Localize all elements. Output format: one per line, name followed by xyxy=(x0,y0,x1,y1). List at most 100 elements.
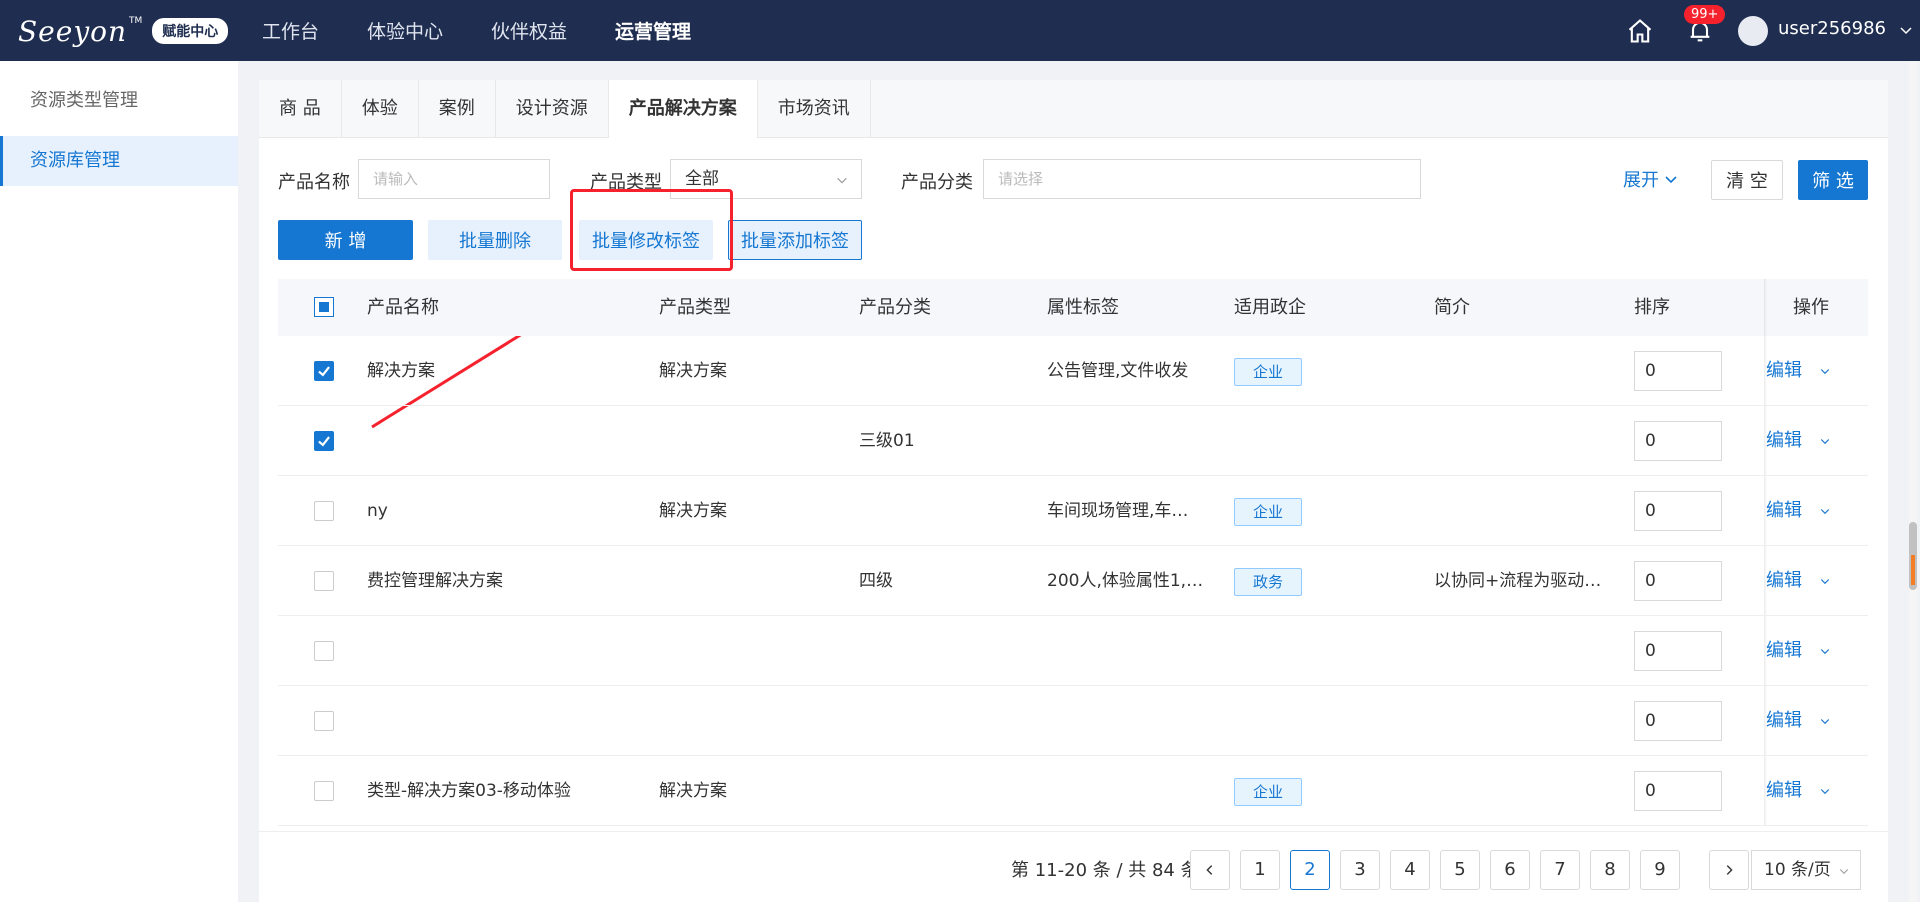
row-checkbox[interactable] xyxy=(314,711,334,731)
page-scrollbar[interactable] xyxy=(1909,61,1917,902)
add-button[interactable]: 新 增 xyxy=(278,220,413,260)
cell-attribute-tags: 公告管理,文件收发 xyxy=(1047,361,1189,381)
tab-cases[interactable]: 案例 xyxy=(419,80,496,138)
tab-product-solutions[interactable]: 产品解决方案 xyxy=(608,80,758,138)
logo-badge: 赋能中心 xyxy=(152,18,229,44)
sidebar: 资源类型管理 资源库管理 xyxy=(0,61,238,902)
col-product-category: 产品分类 xyxy=(859,297,931,318)
chevron-down-icon[interactable] xyxy=(1819,575,1831,587)
avatar[interactable] xyxy=(1738,16,1768,46)
sidebar-item-resource-library[interactable]: 资源库管理 xyxy=(0,136,238,186)
nav-workbench[interactable]: 工作台 xyxy=(262,17,319,44)
page-button-5[interactable]: 5 xyxy=(1440,850,1480,890)
expand-link[interactable]: 展开 xyxy=(1623,166,1679,192)
chevron-down-icon xyxy=(1665,176,1677,184)
cell-product-name: 类型-解决方案03-移动体验 xyxy=(367,781,571,801)
edit-link[interactable]: 编辑 xyxy=(1766,616,1802,686)
col-applicable-org: 适用政企 xyxy=(1234,297,1306,318)
table-body: 解决方案 解决方案 公告管理,文件收发 企业 0 编辑 三级01 0 编辑 ny 解决方案 车间现场管… xyxy=(278,336,1868,826)
page-button-8[interactable]: 8 xyxy=(1590,850,1630,890)
cell-product-type: 解决方案 xyxy=(659,361,727,381)
filter-button[interactable]: 筛 选 xyxy=(1798,160,1868,200)
row-checkbox[interactable] xyxy=(314,431,334,451)
chevron-down-icon[interactable] xyxy=(1819,365,1831,377)
chevron-right-icon xyxy=(1726,865,1733,875)
chevron-down-icon[interactable] xyxy=(1819,505,1831,517)
row-checkbox[interactable] xyxy=(314,361,334,381)
org-tag: 企业 xyxy=(1234,358,1302,386)
page-button-1[interactable]: 1 xyxy=(1240,850,1280,890)
page-button-7[interactable]: 7 xyxy=(1540,850,1580,890)
edit-link[interactable]: 编辑 xyxy=(1766,406,1802,476)
row-checkbox[interactable] xyxy=(314,571,334,591)
cell-product-name: ny xyxy=(367,501,388,521)
pagination: 第 11-20 条 / 共 84 条 123456789 10 条/页 xyxy=(259,831,1888,902)
sidebar-item-resource-types[interactable]: 资源类型管理 xyxy=(0,76,238,126)
edit-link[interactable]: 编辑 xyxy=(1766,756,1802,826)
chevron-down-icon[interactable] xyxy=(1819,785,1831,797)
batch-add-tags-button[interactable]: 批量添加标签 xyxy=(728,220,862,260)
org-tag: 企业 xyxy=(1234,498,1302,526)
username[interactable]: user256986 xyxy=(1778,18,1886,39)
page-button-4[interactable]: 4 xyxy=(1390,850,1430,890)
product-category-label: 产品分类 xyxy=(901,172,973,193)
page-button-3[interactable]: 3 xyxy=(1340,850,1380,890)
sort-input[interactable]: 0 xyxy=(1634,771,1722,811)
cell-product-category: 四级 xyxy=(859,571,893,591)
logo[interactable]: Seeyon TM 赋能中心 xyxy=(18,14,229,48)
cell-product-name: 费控管理解决方案 xyxy=(367,571,503,591)
row-checkbox[interactable] xyxy=(314,781,334,801)
table-row: 0 编辑 xyxy=(278,616,1868,686)
edit-link[interactable]: 编辑 xyxy=(1766,546,1802,616)
scroll-marker xyxy=(1911,555,1915,585)
col-attribute-tags: 属性标签 xyxy=(1047,297,1119,318)
home-icon[interactable] xyxy=(1626,17,1654,45)
row-checkbox[interactable] xyxy=(314,501,334,521)
chevron-down-icon[interactable] xyxy=(1819,715,1831,727)
check-icon xyxy=(318,366,330,377)
row-checkbox[interactable] xyxy=(314,641,334,661)
tab-products[interactable]: 商 品 xyxy=(259,80,342,138)
nav-operations[interactable]: 运营管理 xyxy=(615,17,691,44)
tab-market-news[interactable]: 市场资讯 xyxy=(758,80,871,138)
nav-partner-benefits[interactable]: 伙伴权益 xyxy=(491,17,567,44)
sort-input[interactable]: 0 xyxy=(1634,701,1722,741)
logo-text: Seeyon xyxy=(18,14,128,48)
batch-delete-button[interactable]: 批量删除 xyxy=(428,220,562,260)
sort-input[interactable]: 0 xyxy=(1634,351,1722,391)
chevron-down-icon[interactable] xyxy=(1819,645,1831,657)
next-page-button[interactable] xyxy=(1709,850,1749,890)
sort-input[interactable]: 0 xyxy=(1634,631,1722,671)
edit-link[interactable]: 编辑 xyxy=(1766,686,1802,756)
sort-input[interactable]: 0 xyxy=(1634,561,1722,601)
org-tag: 政务 xyxy=(1234,568,1302,596)
cell-product-type: 解决方案 xyxy=(659,781,727,801)
sort-input[interactable]: 0 xyxy=(1634,421,1722,461)
prev-page-button[interactable] xyxy=(1190,850,1230,890)
sort-input[interactable]: 0 xyxy=(1634,491,1722,531)
page-button-6[interactable]: 6 xyxy=(1490,850,1530,890)
tab-design-resources[interactable]: 设计资源 xyxy=(496,80,609,138)
table-row: 0 编辑 xyxy=(278,686,1868,756)
col-product-name: 产品名称 xyxy=(367,297,439,318)
chevron-down-icon[interactable] xyxy=(1819,435,1831,447)
clear-button[interactable]: 清 空 xyxy=(1711,160,1783,200)
top-bar: Seeyon TM 赋能中心 工作台 体验中心 伙伴权益 运营管理 99+ us… xyxy=(0,0,1920,61)
cell-product-category: 三级01 xyxy=(859,431,915,451)
page-button-9[interactable]: 9 xyxy=(1640,850,1680,890)
edit-link[interactable]: 编辑 xyxy=(1766,336,1802,406)
product-category-select[interactable]: 请选择 xyxy=(983,159,1421,199)
cell-intro: 以协同+流程为驱动… xyxy=(1434,571,1602,591)
product-name-label: 产品名称 xyxy=(278,172,350,193)
col-product-type: 产品类型 xyxy=(659,297,731,318)
edit-link[interactable]: 编辑 xyxy=(1766,476,1802,546)
table-row: 解决方案 解决方案 公告管理,文件收发 企业 0 编辑 xyxy=(278,336,1868,406)
tab-experience[interactable]: 体验 xyxy=(342,80,419,138)
page-button-2[interactable]: 2 xyxy=(1290,850,1330,890)
chevron-down-icon[interactable] xyxy=(1898,22,1914,38)
nav-experience-center[interactable]: 体验中心 xyxy=(367,17,443,44)
page-size-select[interactable]: 10 条/页 xyxy=(1751,850,1861,890)
cell-attribute-tags: 200人,体验属性1,… xyxy=(1047,571,1204,591)
select-all-checkbox[interactable] xyxy=(314,297,334,317)
product-name-input[interactable]: 请输入 xyxy=(358,159,550,199)
